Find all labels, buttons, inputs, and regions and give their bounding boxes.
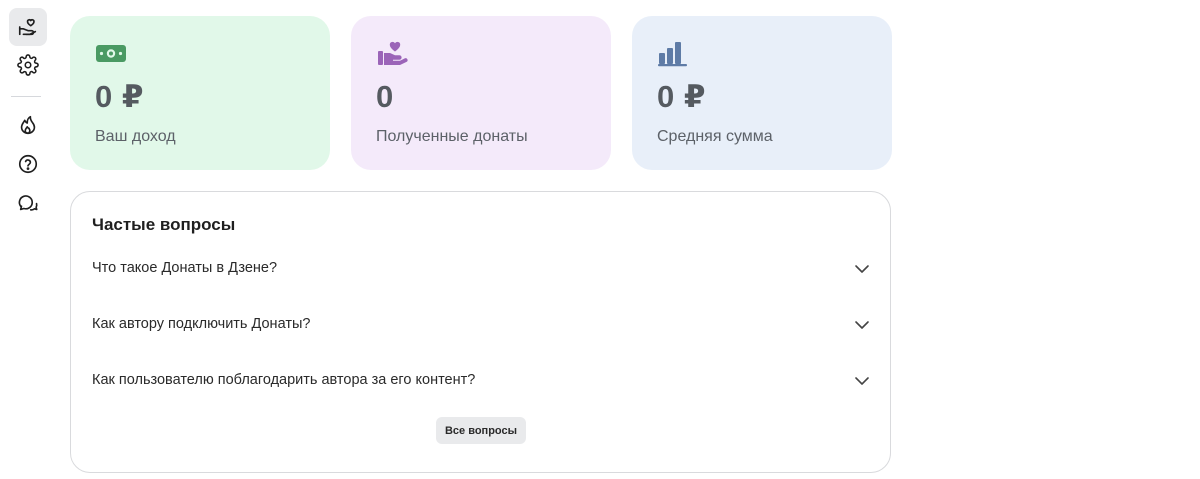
faq-title: Частые вопросы	[92, 215, 236, 234]
sidebar	[0, 0, 56, 479]
average-value: 0 ₽	[657, 79, 706, 114]
income-value: 0 ₽	[95, 79, 144, 114]
all-questions-button[interactable]: Все вопросы	[436, 417, 526, 444]
donate-hand-icon	[18, 18, 37, 36]
question-circle-icon	[18, 154, 38, 174]
chevron-down-icon	[855, 377, 869, 385]
faq-question: Что такое Донаты в Дзене?	[92, 260, 278, 276]
money-bill-icon	[96, 45, 126, 62]
chevron-down-icon	[855, 265, 869, 273]
gear-icon	[17, 54, 39, 76]
sidebar-item-settings[interactable]	[9, 46, 47, 84]
average-label: Средняя сумма	[657, 128, 773, 145]
sidebar-item-popular[interactable]	[9, 106, 47, 144]
faq-item[interactable]: Что такое Донаты в Дзене?	[92, 254, 870, 284]
faq-item[interactable]: Как автору подключить Донаты?	[92, 310, 870, 340]
sidebar-item-donates[interactable]	[9, 8, 47, 46]
sidebar-divider	[11, 96, 41, 97]
income-label: Ваш доход	[95, 128, 176, 145]
sidebar-item-messages[interactable]	[9, 184, 47, 222]
faq-question: Как автору подключить Донаты?	[92, 316, 311, 332]
donates-label: Полученные донаты	[376, 128, 528, 145]
faq-item[interactable]: Как пользователю поблагодарить автора за…	[92, 366, 870, 396]
chat-bubbles-icon	[18, 195, 38, 211]
donates-value: 0	[376, 79, 394, 114]
hand-heart-icon	[378, 41, 408, 65]
donates-card: 0 Полученные донаты	[351, 16, 611, 170]
income-card: 0 ₽ Ваш доход	[70, 16, 330, 170]
flame-icon	[20, 115, 36, 135]
sidebar-item-help[interactable]	[9, 145, 47, 183]
chevron-down-icon	[855, 321, 869, 329]
faq-card: Частые вопросы Что такое Донаты в Дзене?…	[70, 191, 891, 473]
average-card: 0 ₽ Средняя сумма	[632, 16, 892, 170]
faq-question: Как пользователю поблагодарить автора за…	[92, 372, 476, 388]
bar-chart-icon	[658, 42, 687, 67]
